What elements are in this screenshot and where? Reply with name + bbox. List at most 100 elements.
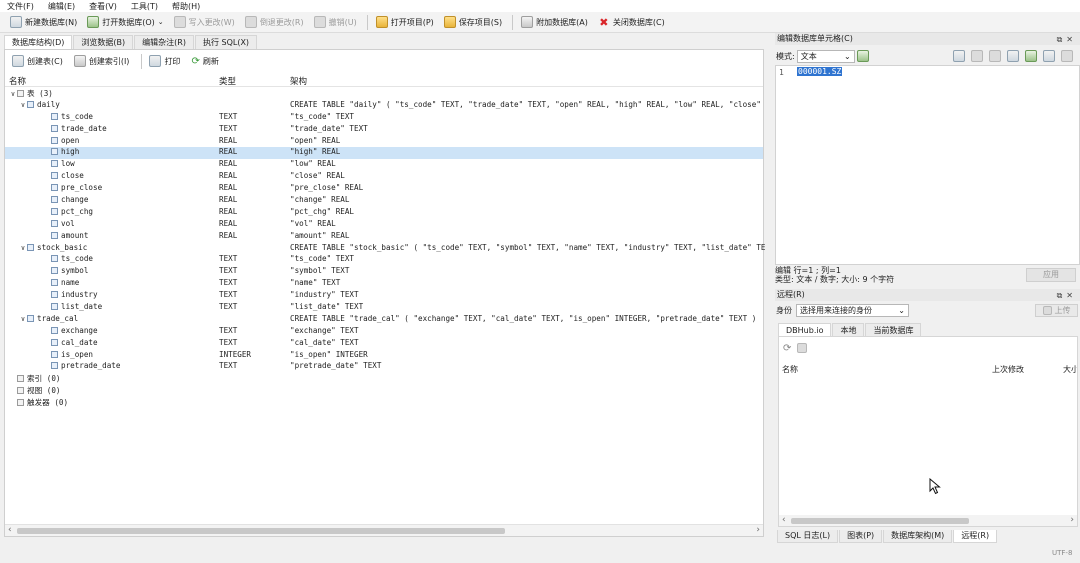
tab-dbhub[interactable]: DBHub.io xyxy=(778,323,832,336)
scrollbar-thumb[interactable] xyxy=(791,518,969,524)
tree-table-row[interactable]: ∨ stock_basic CREATE TABLE "stock_basic" (… xyxy=(5,243,766,255)
dropdown-arrow-icon[interactable]: ⌄ xyxy=(158,18,164,26)
tree-table-row[interactable]: ∨ daily CREATE TABLE "daily" ( "ts_code" T… xyxy=(5,100,763,112)
menu-edit[interactable]: 编辑(E) xyxy=(41,1,82,12)
tab-database-structure[interactable]: 数据库结构(D) xyxy=(4,35,73,49)
create-table-button[interactable]: 创建表(C) xyxy=(9,53,71,70)
tree-table-row[interactable]: ∨ trade_cal CREATE TABLE "trade_cal" ( "ex… xyxy=(5,314,763,326)
tree-field-row[interactable]: industry TEXT "industry" TEXT xyxy=(5,290,763,302)
tree-group-row[interactable]: 索引 (0) xyxy=(5,373,763,385)
tab-edit-pragmas[interactable]: 编辑杂注(R) xyxy=(134,35,194,49)
mode-select[interactable]: 文本 ⌄ xyxy=(796,49,855,63)
undo-button[interactable]: 撤销(U) xyxy=(310,14,363,31)
close-database-button[interactable]: ✖ 关闭数据库(C) xyxy=(594,14,671,31)
open-project-button[interactable]: 打开项目(P) xyxy=(372,14,440,31)
auto-format-icon[interactable] xyxy=(971,50,983,62)
tree-field-row[interactable]: close REAL "close" REAL xyxy=(5,171,763,183)
scrollbar-thumb[interactable] xyxy=(17,528,505,534)
tree-field-row[interactable]: list_date TEXT "list_date" TEXT xyxy=(5,302,763,314)
set-null-icon[interactable] xyxy=(1025,50,1037,62)
clone-icon[interactable] xyxy=(797,343,808,353)
export-icon[interactable] xyxy=(1007,50,1019,62)
identity-select[interactable]: 选择用来连接的身份 ⌄ xyxy=(796,304,909,317)
tree-field-row[interactable]: open REAL "open" REAL xyxy=(5,136,763,148)
tree-field-row[interactable]: ts_code TEXT "ts_code" TEXT xyxy=(5,254,763,266)
remote-horizontal-scrollbar[interactable]: ‹ › xyxy=(779,515,1077,526)
tree-field-row[interactable]: cal_date TEXT "cal_date" TEXT xyxy=(5,338,763,350)
tree-field-row[interactable]: pretrade_date TEXT "pretrade_date" TEXT xyxy=(5,361,763,373)
tree-field-row[interactable]: symbol TEXT "symbol" TEXT xyxy=(5,266,763,278)
upload-button[interactable]: 上传 xyxy=(1035,304,1078,317)
chevron-down-icon[interactable]: ∨ xyxy=(19,101,27,109)
tree-item-label: name xyxy=(61,278,80,288)
scroll-right-icon[interactable]: › xyxy=(1070,515,1074,525)
tree-field-row[interactable]: trade_date TEXT "trade_date" TEXT xyxy=(5,124,763,136)
column-schema-header[interactable]: 架构 xyxy=(290,75,307,87)
tab-browse-data[interactable]: 浏览数据(B) xyxy=(73,35,134,49)
open-database-button[interactable]: 打开数据库(O) ⌄ xyxy=(83,14,169,31)
open-external-icon[interactable] xyxy=(1061,50,1073,62)
tree-field-row[interactable]: pre_close REAL "pre_close" REAL xyxy=(5,183,763,195)
remote-col-modified[interactable]: 上次修改 xyxy=(992,364,1024,375)
tree-field-row[interactable]: vol REAL "vol" REAL xyxy=(5,219,763,231)
tree-group-row[interactable]: ∨ 表 (3) xyxy=(5,88,763,100)
tree-item-type: TEXT xyxy=(219,254,238,264)
word-wrap-icon[interactable] xyxy=(953,50,965,62)
tree-field-row[interactable]: is_open INTEGER "is_open" INTEGER xyxy=(5,350,763,362)
tab-remote[interactable]: 远程(R) xyxy=(953,530,998,543)
chevron-down-icon[interactable]: ∨ xyxy=(19,244,27,252)
tab-sql-log[interactable]: SQL 日志(L) xyxy=(777,530,839,543)
attach-database-label: 附加数据库(A) xyxy=(536,17,588,27)
scroll-left-icon[interactable]: ‹ xyxy=(8,525,12,535)
tab-plot[interactable]: 图表(P) xyxy=(839,530,883,543)
menu-help[interactable]: 帮助(H) xyxy=(165,1,207,12)
panel-window-buttons[interactable]: ⧉✕ xyxy=(1057,34,1077,46)
tree-field-row[interactable]: ts_code TEXT "ts_code" TEXT xyxy=(5,112,763,124)
tree-field-row[interactable]: low REAL "low" REAL xyxy=(5,159,763,171)
tree-group-row[interactable]: 视图 (0) xyxy=(5,385,763,397)
create-index-button[interactable]: 创建索引(I) xyxy=(71,53,138,70)
scroll-right-icon[interactable]: › xyxy=(756,525,760,535)
tree-field-row[interactable]: name TEXT "name" TEXT xyxy=(5,278,763,290)
horizontal-scrollbar[interactable]: ‹ › xyxy=(5,524,763,536)
new-database-button[interactable]: 新建数据库(N) xyxy=(6,14,83,31)
menu-view[interactable]: 查看(V) xyxy=(82,1,124,12)
tab-db-schema[interactable]: 数据库架构(M) xyxy=(883,530,953,543)
tree-field-row[interactable]: pct_chg REAL "pct_chg" REAL xyxy=(5,207,763,219)
tree-item-schema: "industry" TEXT xyxy=(290,290,359,300)
save-project-button[interactable]: 保存项目(S) xyxy=(440,14,508,31)
refresh-button[interactable]: ⟳ 刷新 xyxy=(188,53,226,70)
tree-field-row[interactable]: change REAL "change" REAL xyxy=(5,195,763,207)
apply-button[interactable]: 应用 xyxy=(1026,268,1076,282)
tree-field-row[interactable]: amount REAL "amount" REAL xyxy=(5,231,763,243)
chevron-down-icon[interactable]: ∨ xyxy=(9,90,17,98)
remote-col-name[interactable]: 名称 xyxy=(782,364,798,375)
tree-item-name: pct_chg xyxy=(51,207,93,216)
tree-field-row[interactable]: high REAL "high" REAL xyxy=(5,147,763,160)
print-cell-icon[interactable] xyxy=(1043,50,1055,62)
import-icon[interactable] xyxy=(989,50,1001,62)
panel-window-buttons[interactable]: ⧉✕ xyxy=(1057,290,1077,302)
tab-execute-sql[interactable]: 执行 SQL(X) xyxy=(194,35,258,49)
column-name-header[interactable]: 名称 xyxy=(9,75,26,87)
field-icon xyxy=(51,112,58,120)
revert-changes-button[interactable]: 倒退更改(R) xyxy=(241,14,310,31)
menu-tools[interactable]: 工具(T) xyxy=(124,1,165,12)
scroll-left-icon[interactable]: ‹ xyxy=(782,515,786,525)
attach-database-button[interactable]: 附加数据库(A) xyxy=(517,14,594,31)
tree-field-row[interactable]: exchange TEXT "exchange" TEXT xyxy=(5,326,763,338)
menu-file[interactable]: 文件(F) xyxy=(0,1,41,12)
tab-current-database[interactable]: 当前数据库 xyxy=(865,323,922,336)
cell-editor-textarea[interactable]: 1 000001.SZ xyxy=(775,65,1080,265)
auto-switch-icon[interactable] xyxy=(856,50,869,62)
remote-col-size[interactable]: 大小 xyxy=(1063,364,1077,375)
cell-value[interactable]: 000001.SZ xyxy=(797,67,843,76)
tab-local[interactable]: 本地 xyxy=(832,323,865,336)
print-button[interactable]: 打印 xyxy=(146,53,188,70)
refresh-icon[interactable]: ⟳ xyxy=(783,343,791,354)
chevron-down-icon[interactable]: ∨ xyxy=(19,315,27,323)
tree-group-row[interactable]: 触发器 (0) xyxy=(5,397,763,409)
write-changes-button[interactable]: 写入更改(W) xyxy=(170,14,241,31)
tree-item-name: industry xyxy=(51,290,98,299)
column-type-header[interactable]: 类型 xyxy=(219,75,236,87)
